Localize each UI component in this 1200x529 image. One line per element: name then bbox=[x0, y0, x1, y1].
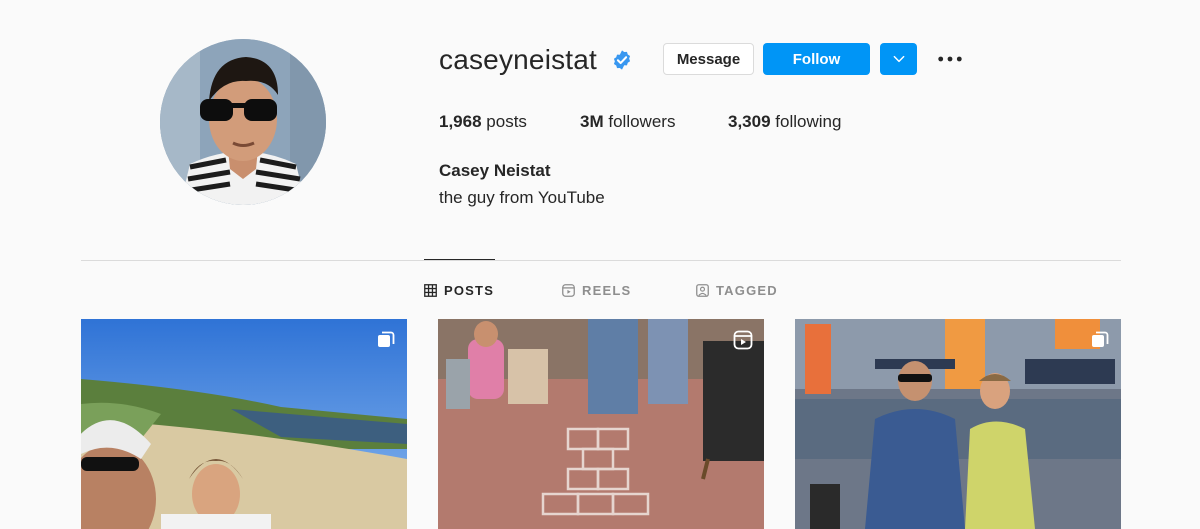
tagged-icon bbox=[696, 283, 709, 297]
posts-count-value: 1,968 bbox=[439, 112, 482, 131]
tabs-divider bbox=[81, 260, 1121, 261]
follow-button[interactable]: Follow bbox=[763, 43, 870, 75]
profile-bio: the guy from YouTube bbox=[439, 188, 605, 207]
suggested-dropdown-button[interactable] bbox=[880, 43, 917, 75]
grid-icon bbox=[424, 283, 437, 297]
followers-count-label: followers bbox=[608, 112, 676, 131]
post-thumbnail[interactable] bbox=[438, 319, 764, 529]
tab-posts[interactable]: POSTS bbox=[424, 282, 494, 298]
profile-username: caseyneistat bbox=[439, 44, 598, 75]
tab-tagged-label: TAGGED bbox=[716, 282, 778, 298]
tab-reels[interactable]: REELS bbox=[562, 282, 631, 298]
message-button[interactable]: Message bbox=[663, 43, 754, 75]
tab-tagged[interactable]: TAGGED bbox=[696, 282, 778, 298]
following-link[interactable]: 3,309 following bbox=[728, 111, 841, 133]
avatar-photo bbox=[160, 39, 326, 205]
tab-posts-label: POSTS bbox=[444, 282, 495, 298]
followers-count-value: 3M bbox=[580, 112, 604, 131]
more-options-button[interactable] bbox=[936, 49, 964, 69]
followers-link[interactable]: 3M followers bbox=[580, 111, 675, 133]
following-count-label: following bbox=[775, 112, 842, 131]
reel-icon bbox=[733, 330, 753, 350]
chevron-down-icon bbox=[893, 55, 904, 63]
carousel-icon bbox=[1092, 331, 1109, 347]
posts-count-label: posts bbox=[486, 112, 527, 131]
post-thumbnail[interactable] bbox=[81, 319, 407, 529]
reels-icon bbox=[562, 283, 575, 297]
profile-avatar[interactable] bbox=[160, 39, 326, 205]
ellipsis-icon bbox=[938, 56, 962, 62]
post-image-beach bbox=[81, 319, 407, 529]
following-count-value: 3,309 bbox=[728, 112, 771, 131]
tab-reels-label: REELS bbox=[582, 282, 632, 298]
posts-count: 1,968 posts bbox=[439, 111, 527, 133]
active-tab-indicator bbox=[424, 259, 495, 260]
post-image-airport bbox=[795, 319, 1121, 529]
profile-full-name: Casey Neistat bbox=[439, 161, 551, 180]
post-image-hopscotch bbox=[438, 319, 764, 529]
carousel-icon bbox=[378, 331, 395, 347]
post-thumbnail[interactable] bbox=[795, 319, 1121, 529]
verified-badge-icon bbox=[613, 50, 631, 70]
